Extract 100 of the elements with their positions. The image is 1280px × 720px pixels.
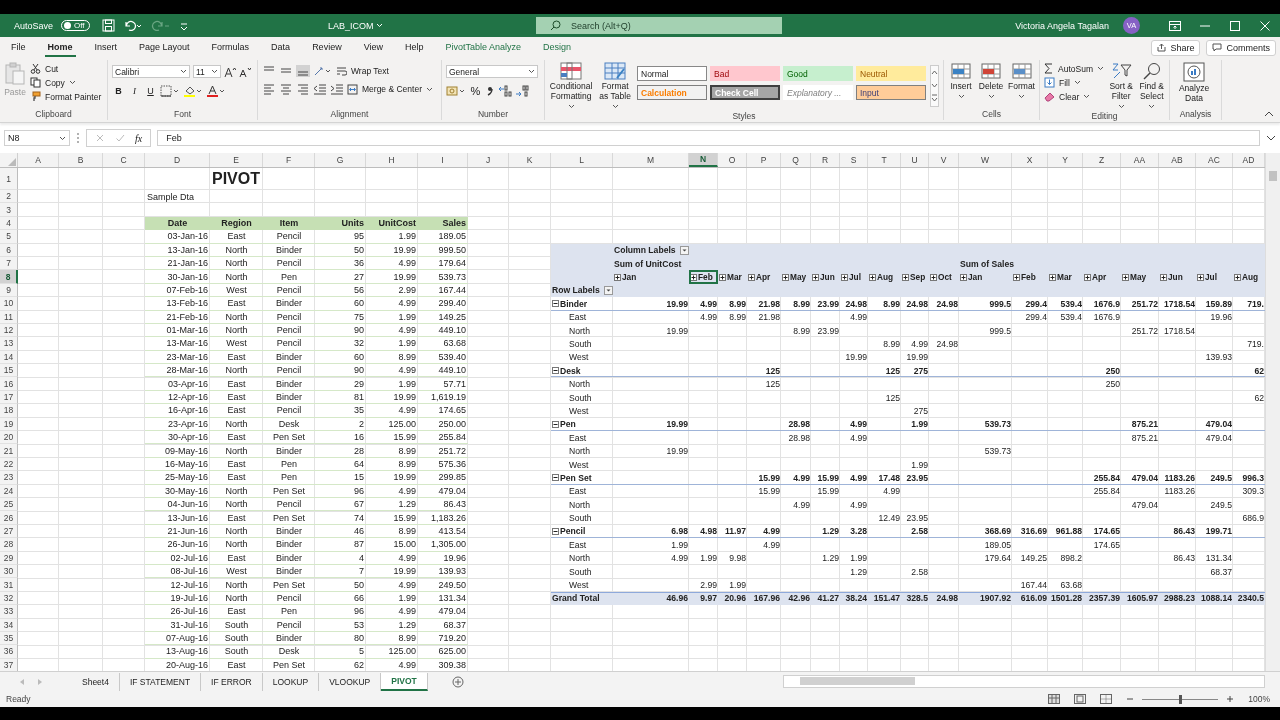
month-header[interactable]: Jun — [811, 270, 840, 284]
fill-button[interactable]: Fill — [1044, 77, 1104, 88]
row-number[interactable]: 20 — [0, 431, 18, 445]
percent-button[interactable]: % — [469, 84, 482, 97]
row-number[interactable]: 3 — [0, 203, 18, 217]
cells-button[interactable]: Format — [1008, 62, 1035, 99]
wrap-text-button[interactable]: Wrap Text — [336, 65, 389, 77]
expand-icon[interactable] — [1197, 273, 1204, 281]
column-letter[interactable]: AB — [1159, 153, 1196, 167]
month-header[interactable]: May — [781, 270, 811, 284]
insert-function-button[interactable]: fx — [135, 132, 143, 144]
row-number[interactable]: 16 — [0, 377, 18, 391]
horizontal-scrollbar[interactable] — [783, 675, 1265, 688]
find-select-button[interactable]: Find & Select — [1138, 62, 1165, 112]
maximize-icon[interactable] — [1229, 20, 1241, 31]
page-break-icon[interactable] — [1100, 694, 1113, 704]
comments-button[interactable]: Comments — [1206, 39, 1276, 56]
expand-icon[interactable] — [869, 273, 876, 281]
format-painter-button[interactable]: Format Painter — [30, 91, 102, 102]
column-letter[interactable]: Y — [1048, 153, 1083, 167]
increase-decimal-icon[interactable] — [498, 84, 512, 97]
expand-icon[interactable] — [719, 273, 726, 281]
add-sheet-icon[interactable] — [451, 675, 464, 688]
column-letter[interactable]: AA — [1121, 153, 1159, 167]
row-number[interactable]: 31 — [0, 578, 18, 592]
month-header[interactable]: May — [1121, 270, 1159, 284]
customize-icon[interactable] — [178, 20, 189, 31]
sheet-tab[interactable]: IF ERROR — [201, 672, 263, 691]
underline-button[interactable]: U — [144, 84, 157, 97]
row-number[interactable]: 26 — [0, 511, 18, 525]
month-header[interactable]: Jul — [1196, 270, 1233, 284]
month-header[interactable]: Apr — [747, 270, 781, 284]
column-letter[interactable]: T — [868, 153, 901, 167]
cell-style[interactable]: Good — [783, 66, 853, 81]
month-header[interactable]: Feb — [689, 270, 718, 284]
row-label[interactable]: Pen Set — [551, 471, 613, 485]
collapse-icon[interactable] — [552, 420, 559, 428]
menu-tab[interactable]: Page Layout — [136, 38, 193, 57]
month-header[interactable]: Sep — [901, 270, 929, 284]
drag-handle-icon[interactable] — [76, 132, 80, 144]
column-letter[interactable]: V — [929, 153, 959, 167]
row-number[interactable]: 18 — [0, 404, 18, 418]
cells-button[interactable]: Delete — [978, 62, 1005, 99]
ribbon-display-icon[interactable] — [1169, 20, 1181, 31]
filter-dropdown-icon[interactable] — [679, 245, 689, 255]
sheet-tab[interactable]: PIVOT — [381, 672, 428, 691]
column-letter[interactable]: I — [418, 153, 468, 167]
comma-style-icon[interactable] — [485, 84, 495, 97]
month-header[interactable]: Mar — [718, 270, 747, 284]
page-layout-icon[interactable] — [1074, 694, 1087, 704]
month-header[interactable]: Jun — [1159, 270, 1196, 284]
menu-tab[interactable]: Data — [268, 38, 294, 57]
expand-icon[interactable] — [1084, 273, 1091, 281]
column-letter[interactable]: A — [18, 153, 59, 167]
expand-icon[interactable] — [1122, 273, 1129, 281]
menu-tab[interactable]: Review — [309, 38, 345, 57]
zoom-level[interactable]: 100% — [1248, 694, 1270, 704]
italic-button[interactable]: I — [128, 84, 141, 97]
clear-button[interactable]: Clear — [1044, 91, 1104, 102]
share-button[interactable]: Share — [1151, 39, 1201, 56]
sheet-tab[interactable]: IF STATEMENT — [119, 672, 202, 691]
row-number[interactable]: 23 — [0, 471, 18, 485]
orientation-icon[interactable] — [313, 65, 333, 77]
month-header[interactable]: Jul — [840, 270, 868, 284]
sheet-tab[interactable]: LOOKUP — [262, 672, 320, 691]
number-format-field[interactable]: General — [446, 65, 538, 78]
menu-tab[interactable]: Help — [402, 38, 427, 57]
menu-tab[interactable]: Home — [44, 38, 76, 57]
row-label[interactable]: Pencil — [551, 524, 613, 539]
row-label[interactable]: Pen — [551, 417, 613, 432]
sort-filter-button[interactable]: Sort & Filter — [1107, 62, 1135, 112]
column-letter[interactable]: L — [551, 153, 613, 167]
row-number[interactable]: 36 — [0, 645, 18, 659]
conditional-formatting-button[interactable]: Conditional Formatting — [549, 62, 594, 112]
menu-tab[interactable]: Formulas — [208, 38, 253, 57]
expand-icon[interactable] — [748, 273, 755, 281]
column-letter[interactable]: O — [718, 153, 747, 167]
column-letter[interactable]: AC — [1196, 153, 1233, 167]
month-header[interactable]: Apr — [1083, 270, 1121, 284]
expand-icon[interactable] — [690, 273, 697, 281]
column-letter[interactable]: X — [1012, 153, 1048, 167]
row-number[interactable]: 28 — [0, 538, 18, 552]
row-number[interactable]: 8 — [0, 270, 18, 284]
file-name[interactable]: LAB_ICOM — [328, 20, 388, 31]
expand-icon[interactable] — [930, 273, 937, 281]
month-header[interactable]: Mar — [1048, 270, 1083, 284]
gallery-scroll-icon[interactable] — [930, 65, 939, 107]
expand-icon[interactable] — [782, 273, 789, 281]
row-number[interactable]: 5 — [0, 230, 18, 244]
grow-font-icon[interactable] — [224, 65, 236, 78]
shrink-font-icon[interactable] — [239, 65, 251, 78]
menu-tab[interactable]: PivotTable Analyze — [442, 38, 525, 57]
menu-tab[interactable]: View — [360, 38, 386, 57]
font-name-field[interactable]: Calibri — [112, 65, 190, 78]
column-letter[interactable]: U — [901, 153, 929, 167]
row-number[interactable]: 13 — [0, 337, 18, 351]
column-letter[interactable]: H — [366, 153, 418, 167]
collapse-icon[interactable] — [552, 474, 559, 482]
expand-icon[interactable] — [902, 273, 909, 281]
analyze-data-button[interactable]: Analyze Data — [1174, 62, 1214, 104]
